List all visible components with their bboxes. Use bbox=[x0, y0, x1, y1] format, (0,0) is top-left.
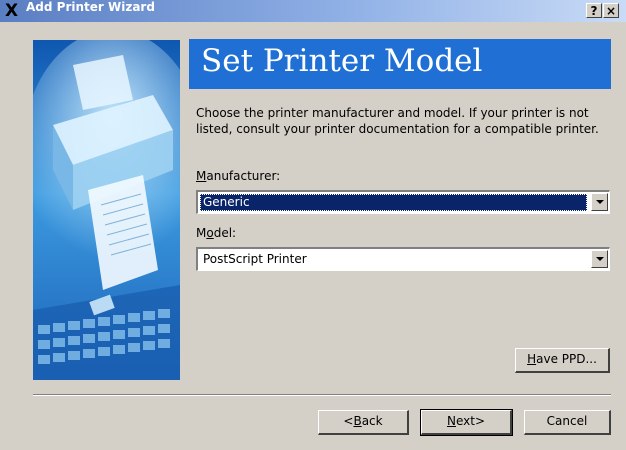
app-logo-icon: X bbox=[5, 1, 19, 21]
help-button[interactable]: ? bbox=[586, 3, 602, 18]
page-description: Choose the printer manufacturer and mode… bbox=[196, 106, 599, 136]
close-button[interactable]: × bbox=[603, 3, 619, 18]
model-value[interactable]: PostScript Printer bbox=[200, 251, 587, 268]
manufacturer-value[interactable]: Generic bbox=[200, 194, 587, 211]
manufacturer-mnemonic: M bbox=[196, 169, 207, 183]
model-mnemonic: o bbox=[206, 226, 214, 240]
add-printer-wizard-window: X Add Printer Wizard ? × Set Printer Mod… bbox=[0, 0, 626, 450]
cancel-button[interactable]: Cancel bbox=[524, 410, 611, 435]
printer-keyboard-illustration bbox=[33, 40, 180, 380]
back-button[interactable]: <Back bbox=[318, 410, 409, 435]
manufacturer-select[interactable]: Generic bbox=[196, 190, 610, 214]
model-dropdown-arrow-icon[interactable] bbox=[591, 250, 608, 268]
have-ppd-button[interactable]: Have PPD... bbox=[515, 348, 610, 373]
title-bar[interactable]: X Add Printer Wizard ? × bbox=[0, 0, 626, 22]
manufacturer-label: Manufacturer: bbox=[196, 169, 281, 183]
model-select[interactable]: PostScript Printer bbox=[196, 247, 610, 271]
separator bbox=[33, 394, 611, 396]
window-title: Add Printer Wizard bbox=[26, 0, 155, 14]
wizard-side-image bbox=[33, 40, 180, 380]
page-header-band: Set Printer Model bbox=[189, 39, 611, 89]
model-label: Model: bbox=[196, 226, 237, 240]
next-button[interactable]: Next> bbox=[420, 409, 513, 436]
manufacturer-dropdown-arrow-icon[interactable] bbox=[591, 193, 608, 211]
page-title: Set Printer Model bbox=[201, 43, 483, 79]
